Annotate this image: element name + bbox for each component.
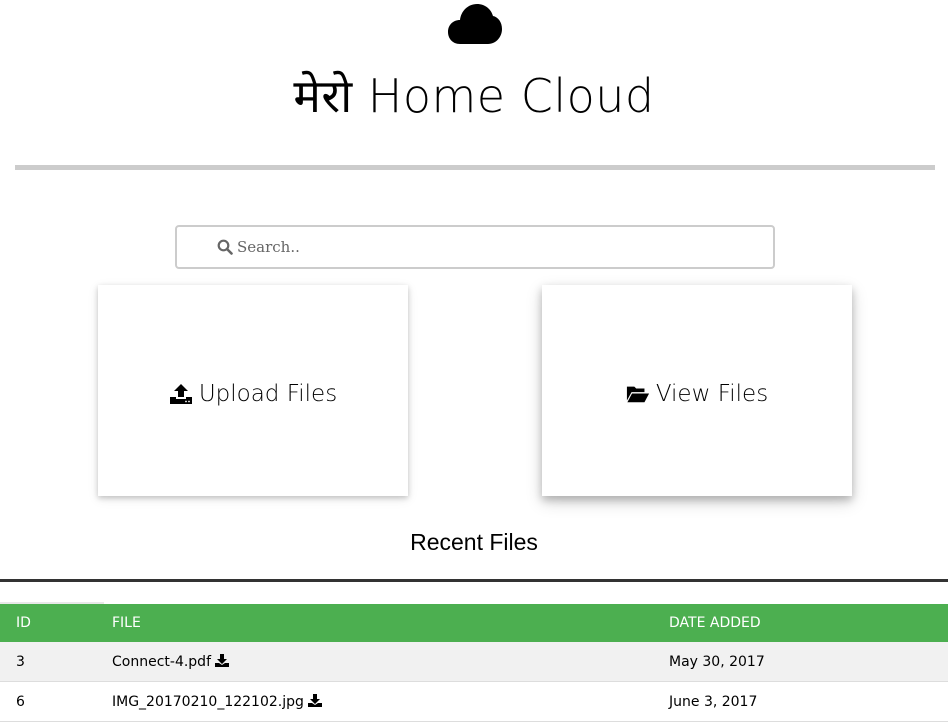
cloud-icon: [448, 4, 502, 44]
date-added-cell: May 30, 2017: [669, 642, 948, 682]
page-header: मेरो Home Cloud: [0, 0, 948, 200]
file-id-cell: 3: [0, 642, 112, 682]
column-header-date[interactable]: DATE ADDED: [669, 604, 948, 642]
file-name[interactable]: IMG_20170210_122102.jpg: [112, 694, 304, 710]
file-name[interactable]: Connect-4.pdf: [112, 654, 211, 670]
view-files-button[interactable]: View Files: [542, 285, 852, 496]
date-added-cell: June 3, 2017: [669, 681, 948, 722]
download-icon[interactable]: [215, 653, 229, 667]
view-files-content: View Files: [626, 381, 768, 407]
search-box[interactable]: [175, 225, 775, 269]
file-id-cell: 6: [0, 681, 112, 722]
upload-icon: [169, 383, 192, 404]
upload-files-content: Upload Files: [169, 381, 337, 407]
upload-files-button[interactable]: Upload Files: [98, 285, 408, 496]
header-divider: [15, 165, 935, 170]
column-header-file[interactable]: FILE: [112, 604, 669, 642]
column-header-id[interactable]: ID: [0, 604, 112, 642]
recent-files-table: ID FILE DATE ADDED 3 Connect-4.pdf May 3…: [0, 604, 948, 722]
search-input[interactable]: [237, 227, 757, 267]
search-icon: [217, 239, 233, 255]
table-row: 3 Connect-4.pdf May 30, 2017: [0, 642, 948, 682]
file-name-cell: Connect-4.pdf: [112, 642, 669, 682]
page-title: मेरो Home Cloud: [293, 69, 655, 123]
view-files-label: View Files: [655, 380, 769, 407]
folder-open-icon: [626, 386, 649, 402]
table-divider: [0, 579, 948, 582]
download-icon[interactable]: [307, 693, 322, 707]
table-header-row: ID FILE DATE ADDED: [0, 604, 948, 642]
table-row: 6 IMG_20170210_122102.jpg June 3, 2017: [0, 681, 948, 722]
recent-files-heading: Recent Files: [410, 529, 538, 555]
file-name-cell: IMG_20170210_122102.jpg: [112, 681, 669, 722]
upload-files-label: Upload Files: [198, 380, 338, 407]
